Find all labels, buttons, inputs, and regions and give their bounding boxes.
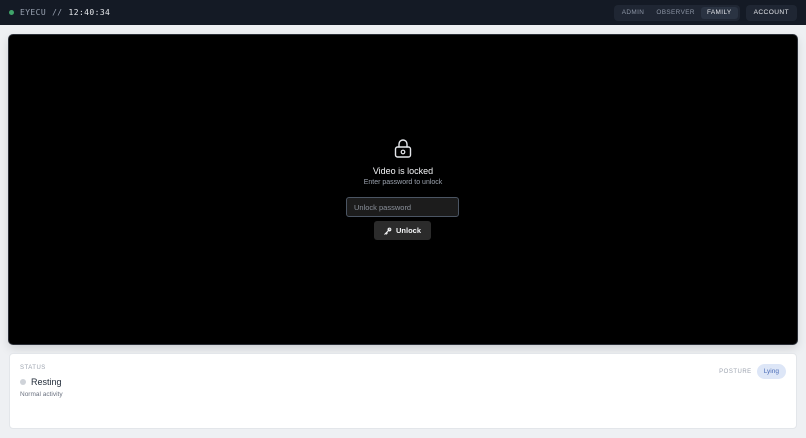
role-switcher: ADMIN OBSERVER FAMILY — [613, 4, 740, 21]
status-row: Resting — [20, 377, 62, 387]
status-label: STATUS — [20, 365, 46, 371]
video-lock-overlay: Video is locked Enter password to unlock… — [9, 35, 797, 344]
brand: EYECU // 12:40:34 — [9, 8, 110, 17]
key-icon — [384, 227, 392, 235]
role-observer[interactable]: OBSERVER — [650, 7, 701, 19]
unlock-button-label: Unlock — [395, 226, 421, 235]
live-status-dot — [9, 10, 14, 15]
brand-name: EYECU — [20, 8, 47, 17]
posture: POSTURE Lying — [719, 364, 786, 379]
brand-separator: // — [52, 8, 63, 17]
status-value: Resting — [31, 377, 62, 387]
video-panel: Video is locked Enter password to unlock… — [9, 35, 797, 344]
posture-badge: Lying — [756, 364, 786, 379]
account-button[interactable]: ACCOUNT — [745, 4, 797, 21]
unlock-button[interactable]: Unlock — [374, 221, 431, 240]
lock-title: Video is locked — [372, 166, 434, 176]
lock-icon — [394, 139, 412, 158]
status-card: STATUS Resting Normal activity POSTURE L… — [9, 353, 797, 429]
unlock-password-input[interactable] — [346, 197, 459, 217]
status-description: Normal activity — [20, 391, 63, 398]
role-admin[interactable]: ADMIN — [616, 7, 651, 19]
clock: 12:40:34 — [68, 8, 111, 17]
role-family[interactable]: FAMILY — [700, 6, 738, 19]
lock-subtitle: Enter password to unlock — [363, 179, 443, 186]
posture-label: POSTURE — [719, 368, 752, 375]
status-indicator-dot — [20, 379, 26, 385]
top-bar: EYECU // 12:40:34 ADMIN OBSERVER FAMILY … — [0, 0, 806, 25]
header-nav: ADMIN OBSERVER FAMILY ACCOUNT — [613, 4, 797, 21]
